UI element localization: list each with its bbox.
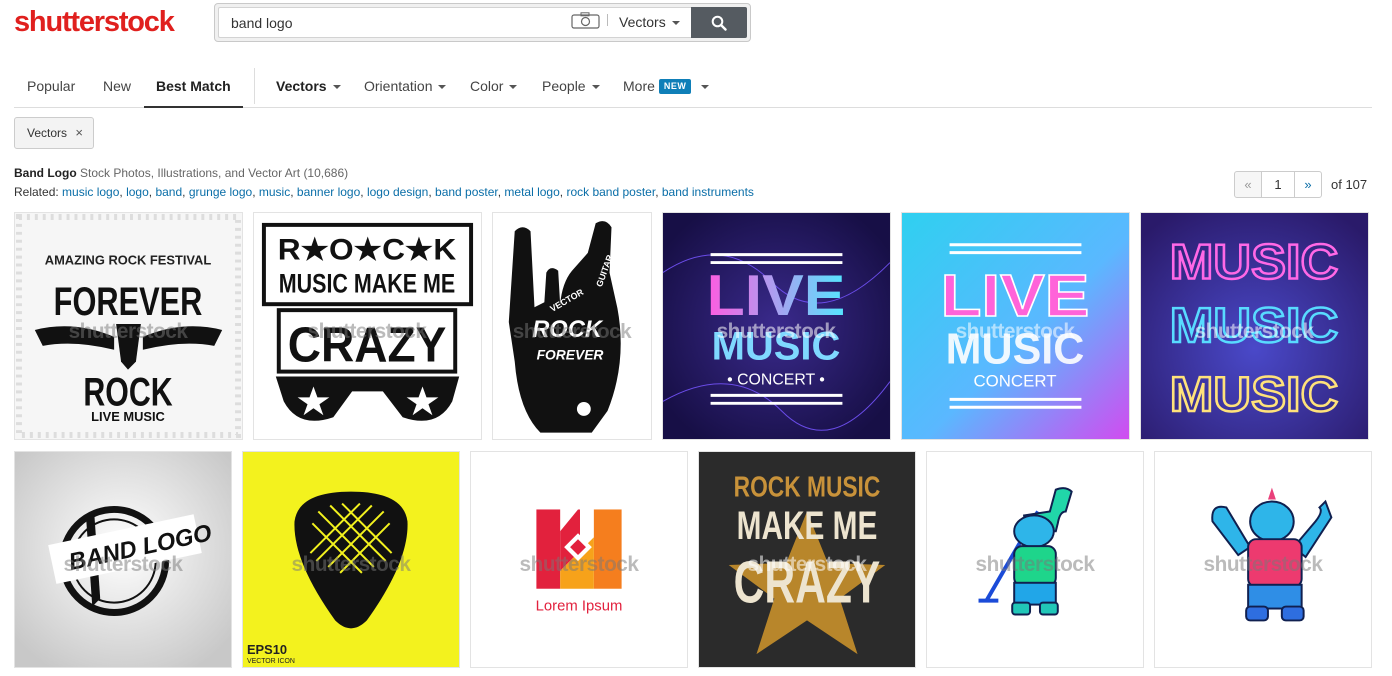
svg-text:MUSIC: MUSIC: [1170, 233, 1339, 289]
image-thumbnail: shutterstock: [1155, 452, 1371, 667]
image-result[interactable]: shutterstock: [926, 451, 1144, 668]
svg-text:shutterstock: shutterstock: [1195, 320, 1315, 343]
image-thumbnail: shutterstock: [927, 452, 1143, 667]
search-input[interactable]: band logo: [218, 7, 670, 38]
image-result[interactable]: ROCK MUSIC MAKE ME CRAZY shutterstock: [698, 451, 916, 668]
filter-more[interactable]: More NEW: [623, 66, 710, 107]
svg-text:shutterstock: shutterstock: [308, 320, 428, 343]
image-result[interactable]: EPS10 VECTOR ICON shutterstock: [242, 451, 460, 668]
filter-color[interactable]: Color: [470, 66, 518, 107]
image-result[interactable]: MUSIC MUSIC MUSIC shutterstock: [1140, 212, 1369, 440]
filter-orientation[interactable]: Orientation: [364, 66, 447, 107]
svg-text:shutterstock: shutterstock: [513, 320, 632, 343]
magnifier-icon: [711, 15, 727, 31]
svg-text:shutterstock: shutterstock: [64, 553, 184, 576]
svg-text:AMAZING ROCK FESTIVAL: AMAZING ROCK FESTIVAL: [45, 253, 212, 268]
svg-text:LIVE: LIVE: [707, 264, 846, 328]
pagination: « 1 » of 107: [1234, 171, 1367, 198]
svg-text:shutterstock: shutterstock: [520, 553, 640, 576]
svg-text:VECTOR ICON: VECTOR ICON: [247, 658, 295, 665]
chevron-down-icon: [332, 85, 341, 90]
svg-text:FOREVER: FOREVER: [54, 280, 203, 324]
filter-people[interactable]: People: [542, 66, 600, 107]
related-link[interactable]: band: [155, 185, 182, 199]
chevron-down-icon: [591, 85, 600, 90]
svg-text:ROCK MUSIC: ROCK MUSIC: [734, 472, 881, 504]
svg-text:shutterstock: shutterstock: [956, 320, 1076, 343]
related-link[interactable]: rock band poster: [566, 185, 655, 199]
prev-page-button[interactable]: «: [1234, 171, 1262, 198]
search-bar: band logo Vectors: [214, 3, 751, 42]
svg-text:shutterstock: shutterstock: [1204, 553, 1324, 576]
results-title: Band Logo Stock Photos, Illustrations, a…: [14, 166, 349, 180]
related-link[interactable]: banner logo: [297, 185, 360, 199]
svg-text:MAKE ME: MAKE ME: [737, 504, 878, 548]
svg-text:shutterstock: shutterstock: [292, 553, 412, 576]
image-result[interactable]: BAND LOGO shutterstock: [14, 451, 232, 668]
chevron-down-icon: [701, 85, 710, 90]
page-input[interactable]: 1: [1262, 171, 1294, 198]
svg-text:MUSIC MAKE ME: MUSIC MAKE ME: [279, 268, 455, 298]
related-link[interactable]: logo: [126, 185, 149, 199]
svg-text:ROCK: ROCK: [83, 370, 173, 414]
related-link[interactable]: band instruments: [662, 185, 754, 199]
svg-text:Lorem Ipsum: Lorem Ipsum: [536, 599, 623, 615]
camera-icon[interactable]: [571, 12, 601, 29]
related-searches: Related: music logo, logo, band, grunge …: [14, 185, 754, 199]
search-button[interactable]: [691, 7, 747, 38]
svg-text:EPS10: EPS10: [247, 642, 287, 657]
nav-divider: [254, 68, 255, 104]
new-badge: NEW: [658, 79, 692, 94]
image-thumbnail: MUSIC MUSIC MUSIC shutterstock: [1141, 213, 1368, 439]
sort-popular[interactable]: Popular: [27, 66, 75, 107]
image-thumbnail: R★O★C★K MUSIC MAKE ME CRAZY shutterstock: [254, 213, 481, 439]
page-count: of 107: [1331, 177, 1368, 192]
image-thumbnail: ROCK FOREVER VECTOR GUITAR shutterstock: [493, 213, 651, 439]
related-link[interactable]: band poster: [435, 185, 498, 199]
image-result[interactable]: shutterstock: [1154, 451, 1372, 668]
chevron-down-icon: [671, 21, 680, 26]
svg-text:R★O★C★K: R★O★C★K: [278, 234, 457, 267]
svg-text:CONCERT: CONCERT: [974, 371, 1057, 390]
image-result[interactable]: R★O★C★K MUSIC MAKE ME CRAZY shutterstock: [253, 212, 482, 440]
image-thumbnail: LIVE MUSIC CONCERT shutterstock: [902, 213, 1129, 439]
svg-text:shutterstock: shutterstock: [748, 553, 868, 576]
filter-vectors[interactable]: Vectors: [276, 66, 341, 107]
sort-best-match[interactable]: Best Match: [144, 66, 243, 108]
image-thumbnail: ROCK MUSIC MAKE ME CRAZY shutterstock: [699, 452, 915, 667]
image-result[interactable]: Lorem Ipsum shutterstock: [470, 451, 688, 668]
related-link[interactable]: logo design: [367, 185, 428, 199]
image-result[interactable]: AMAZING ROCK FESTIVAL FOREVER ROCK LIVE …: [14, 212, 243, 440]
svg-text:shutterstock: shutterstock: [976, 553, 1096, 576]
related-link[interactable]: metal logo: [504, 185, 559, 199]
shutterstock-logo[interactable]: shutterstock: [14, 6, 175, 39]
svg-text:FOREVER: FOREVER: [537, 347, 604, 363]
remove-filter-icon[interactable]: ×: [75, 118, 83, 148]
svg-text:LIVE MUSIC: LIVE MUSIC: [91, 409, 165, 424]
image-type-select[interactable]: Vectors: [609, 7, 691, 38]
next-page-button[interactable]: »: [1294, 171, 1322, 198]
svg-text:MUSIC: MUSIC: [1170, 366, 1339, 422]
related-link[interactable]: music logo: [62, 185, 119, 199]
image-thumbnail: LIVE MUSIC • CONCERT • shutterstock: [663, 213, 890, 439]
image-result[interactable]: ROCK FOREVER VECTOR GUITAR shutterstock: [492, 212, 652, 440]
search-separator: [607, 14, 608, 26]
filter-nav: Popular New Best Match Vectors Orientati…: [14, 66, 1372, 108]
image-thumbnail: Lorem Ipsum shutterstock: [471, 452, 687, 667]
active-filter-vectors: Vectors ×: [14, 117, 94, 149]
chevron-down-icon: [509, 85, 518, 90]
image-thumbnail: AMAZING ROCK FESTIVAL FOREVER ROCK LIVE …: [15, 213, 242, 439]
sort-new[interactable]: New: [103, 66, 131, 107]
related-link[interactable]: grunge logo: [189, 185, 252, 199]
image-thumbnail: BAND LOGO shutterstock: [15, 452, 231, 667]
image-result[interactable]: LIVE MUSIC CONCERT shutterstock: [901, 212, 1130, 440]
svg-text:• CONCERT •: • CONCERT •: [727, 371, 825, 388]
image-thumbnail: EPS10 VECTOR ICON shutterstock: [243, 452, 459, 667]
svg-text:shutterstock: shutterstock: [69, 320, 189, 343]
related-link[interactable]: music: [259, 185, 290, 199]
svg-text:shutterstock: shutterstock: [717, 320, 837, 343]
chevron-down-icon: [438, 85, 447, 90]
image-result[interactable]: LIVE MUSIC • CONCERT • shutterstock: [662, 212, 891, 440]
